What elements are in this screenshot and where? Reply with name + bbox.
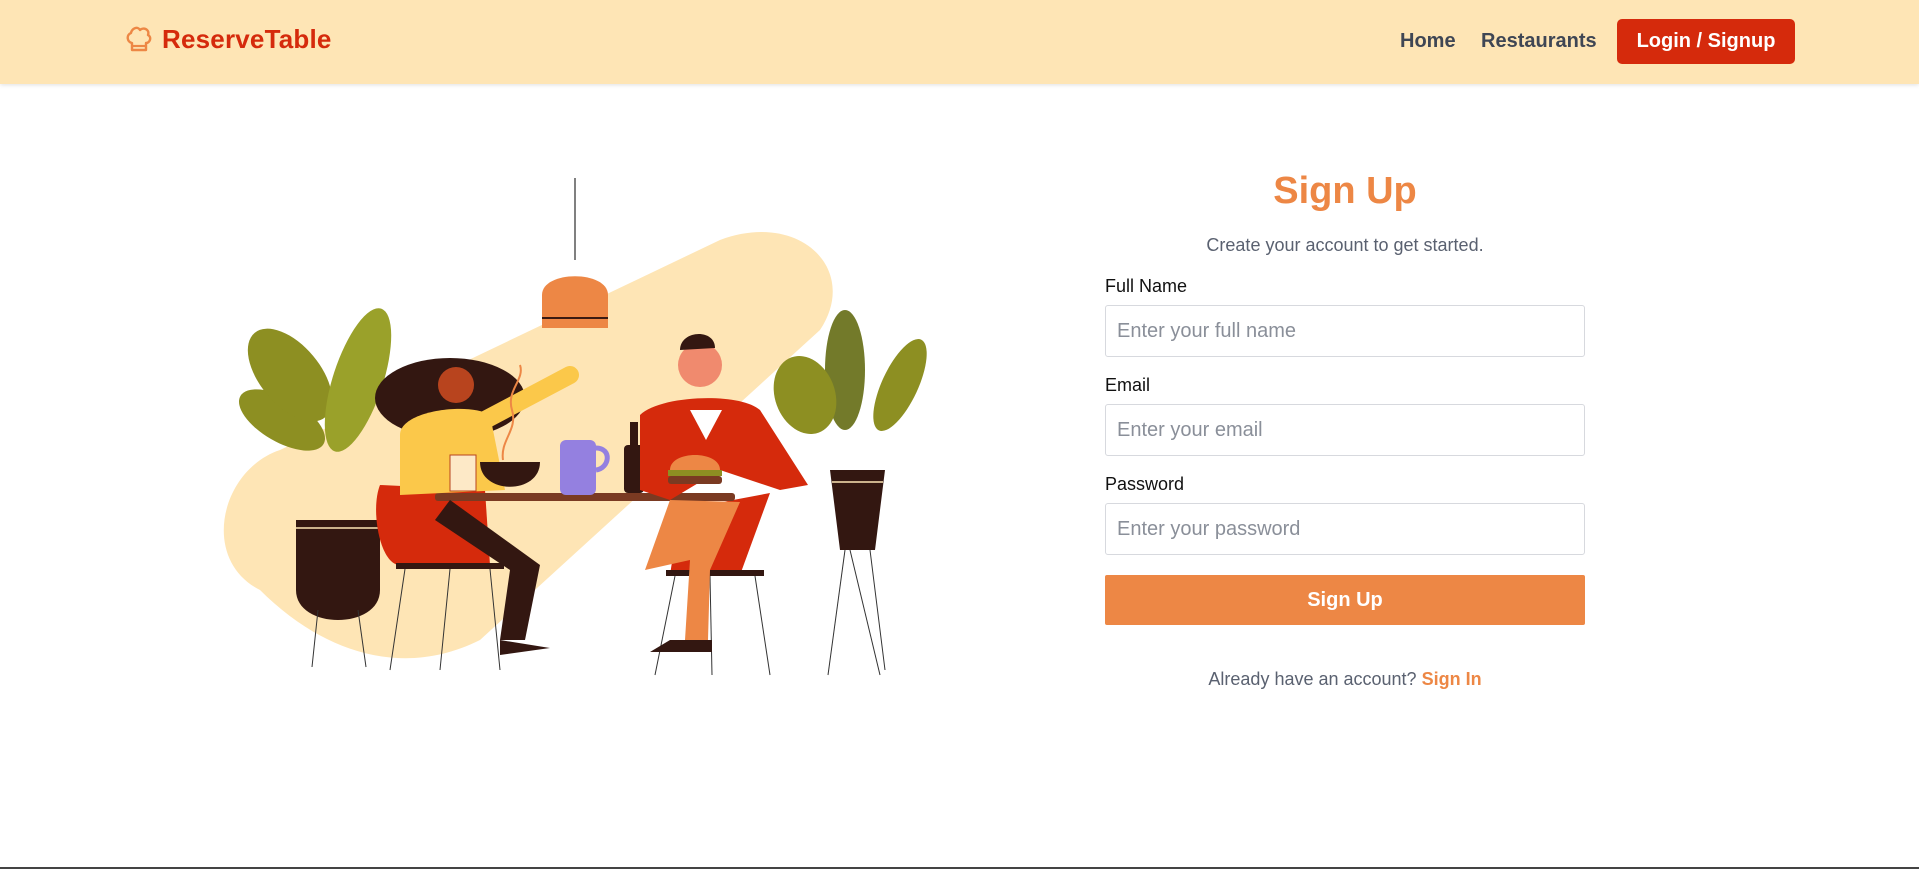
email-label: Email [1105, 375, 1151, 395]
dining-couple-illustration [200, 170, 960, 690]
full-name-label: Full Name [1105, 276, 1188, 296]
brand-name: ReserveTable [162, 24, 332, 54]
signin-link[interactable]: Sign In [1422, 669, 1482, 689]
password-label: Password [1105, 474, 1185, 494]
signup-button[interactable]: Sign Up [1105, 575, 1585, 625]
page-title: Sign Up [1273, 170, 1417, 212]
nav-restaurants-link[interactable]: Restaurants [1481, 30, 1597, 53]
signin-row: Already have an account? Sign In [1105, 669, 1585, 690]
full-name-input[interactable] [1105, 305, 1585, 357]
login-signup-button[interactable]: Login / Signup [1617, 19, 1795, 64]
page-subtitle: Create your account to get started. [1206, 235, 1484, 255]
nav-home-link[interactable]: Home [1400, 30, 1456, 53]
top-navbar: ReserveTable Home Restaurants Login / Si… [0, 0, 1919, 84]
signin-prompt: Already have an account? [1208, 669, 1417, 689]
brand-logo[interactable]: ReserveTable [126, 24, 332, 55]
chef-hat-icon [126, 26, 152, 51]
password-input[interactable] [1105, 503, 1585, 555]
signup-form: Sign Up Create your account to get start… [1105, 170, 1585, 690]
email-input[interactable] [1105, 404, 1585, 456]
